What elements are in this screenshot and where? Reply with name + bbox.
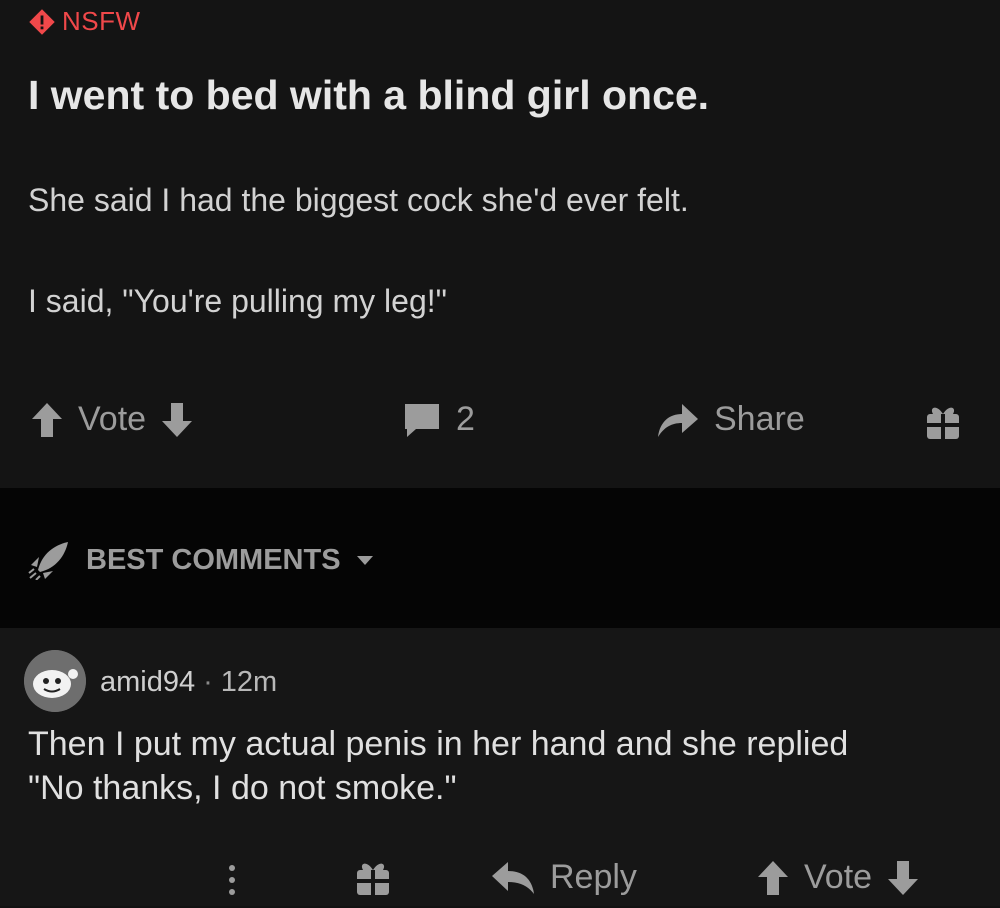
upvote-icon[interactable] [756, 859, 790, 897]
post-title[interactable]: I went to bed with a blind girl once. [28, 72, 709, 119]
share-label: Share [714, 400, 805, 438]
comment-line: "No thanks, I do not smoke." [28, 769, 457, 807]
downvote-icon[interactable] [886, 859, 920, 897]
sort-dropdown[interactable]: BEST COMMENTS [28, 540, 375, 580]
post-award-button[interactable] [922, 402, 964, 442]
snoo-avatar-icon [24, 650, 86, 712]
comment-more-button[interactable] [222, 860, 242, 900]
post-vote-group: Vote [30, 400, 194, 439]
gift-icon [357, 863, 389, 895]
more-icon [229, 865, 235, 895]
comment-action-bar: Reply Vote [0, 852, 1000, 908]
comment-icon [405, 403, 439, 437]
comment-meta: amid94 · 12m [100, 666, 277, 699]
nsfw-tag: NSFW [28, 6, 141, 37]
comment-award-button[interactable] [352, 858, 394, 898]
share-button[interactable]: Share [654, 400, 805, 439]
gift-icon [927, 407, 959, 439]
post-vote-label: Vote [78, 400, 147, 438]
meta-separator: · [203, 666, 213, 698]
comment-body: Then I put my actual penis in her hand a… [28, 722, 988, 810]
post-action-bar: Vote 2 Share [0, 396, 1000, 448]
post-body-paragraph: I said, "You're pulling my leg!" [28, 283, 447, 319]
nsfw-icon [29, 8, 55, 35]
comment-line: Then I put my actual penis in her hand a… [28, 725, 849, 763]
share-icon [658, 403, 698, 437]
sort-label: BEST COMMENTS [86, 543, 341, 576]
rocket-icon [28, 542, 68, 580]
comment-vote-label: Vote [804, 858, 873, 896]
reply-button[interactable]: Reply [490, 858, 637, 897]
avatar[interactable] [24, 650, 86, 712]
reply-label: Reply [550, 858, 637, 896]
nsfw-label: NSFW [62, 6, 141, 36]
upvote-icon[interactable] [30, 401, 64, 439]
comment-author[interactable]: amid94 [100, 666, 195, 699]
post-comments-button[interactable]: 2 [402, 400, 475, 439]
comment-count: 2 [456, 400, 475, 438]
downvote-icon[interactable] [160, 401, 194, 439]
comment-time: 12m [220, 666, 278, 698]
post-body-paragraph: She said I had the biggest cock she'd ev… [28, 182, 689, 218]
chevron-down-icon [356, 556, 373, 565]
comment-vote-group: Vote [756, 858, 920, 897]
reply-icon [492, 861, 534, 894]
